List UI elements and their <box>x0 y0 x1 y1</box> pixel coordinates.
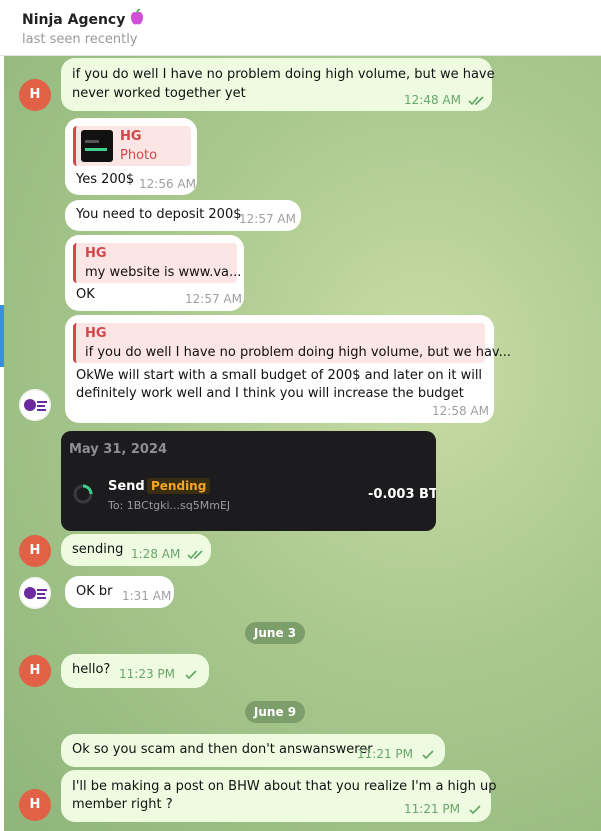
reply-author: HG <box>85 246 107 261</box>
reply-text: my website is www.va... <box>85 265 242 280</box>
message-time: 1:31 AM <box>122 589 172 603</box>
reply-preview[interactable]: HG Photo <box>73 126 191 166</box>
message-text: You need to deposit 200$ <box>76 207 242 222</box>
double-check-icon <box>468 96 484 106</box>
transaction-card[interactable]: May 31, 2024 Send Pending To: 1BCtgki...… <box>61 431 436 531</box>
double-check-icon <box>187 550 203 560</box>
transaction-date: May 31, 2024 <box>69 442 168 457</box>
check-icon <box>422 750 434 760</box>
avatar[interactable]: H <box>19 535 51 567</box>
message-text: if you do well I have no problem doing h… <box>72 67 495 82</box>
reply-author: HG <box>120 129 142 144</box>
transaction-recipient: To: 1BCtgki...sq5MmEJ <box>108 499 231 512</box>
message-time: 12:56 AM <box>139 177 196 191</box>
chat-title[interactable]: Ninja Agency <box>22 8 145 31</box>
message-time: 12:58 AM <box>432 404 489 418</box>
message-text: OK br <box>76 584 113 599</box>
ninja-agency-logo-icon <box>19 389 51 421</box>
apple-emoji-icon <box>129 8 145 31</box>
message-time: 12:57 AM <box>185 292 242 306</box>
avatar[interactable] <box>19 577 51 609</box>
reply-text: Photo <box>120 148 158 163</box>
message-bubble[interactable]: You need to deposit 200$ 12:57 AM <box>65 200 301 231</box>
message-bubble[interactable]: Ok so you scam and then don't answanswer… <box>61 734 445 767</box>
check-icon <box>469 805 481 815</box>
ninja-agency-logo-icon <box>19 577 51 609</box>
message-time: 11:21 PM <box>357 747 413 761</box>
message-bubble[interactable]: OK br 1:31 AM <box>65 576 174 608</box>
chat-header: Ninja Agency last seen recently <box>0 0 601 56</box>
message-text: OkWe will start with a small budget of 2… <box>76 368 483 383</box>
message-list[interactable]: H if you do well I have no problem doing… <box>4 56 601 831</box>
message-text: I'll be making a post on BHW about that … <box>72 779 497 794</box>
pending-spinner-icon <box>73 484 93 504</box>
message-text: member right ? <box>72 797 173 812</box>
message-bubble[interactable]: if you do well I have no problem doing h… <box>61 58 495 111</box>
message-bubble[interactable]: HG Photo Yes 200$ 12:56 AM <box>65 118 197 195</box>
message-text: OK <box>76 287 95 302</box>
avatar[interactable]: H <box>19 789 51 821</box>
avatar[interactable]: H <box>19 655 51 687</box>
message-bubble[interactable]: hello? 11:23 PM <box>61 654 209 688</box>
message-time: 12:48 AM <box>404 93 461 107</box>
transaction-action: Send <box>108 479 145 494</box>
avatar[interactable] <box>19 389 51 421</box>
reply-author: HG <box>85 326 107 341</box>
message-text: sending <box>72 542 124 557</box>
message-bubble[interactable]: HG my website is www.va... OK 12:57 AM <box>65 235 244 311</box>
message-time: 1:28 AM <box>131 547 181 561</box>
reply-text: if you do well I have no problem doing h… <box>85 345 512 360</box>
photo-thumbnail <box>81 130 113 162</box>
message-bubble[interactable]: sending 1:28 AM <box>61 534 211 566</box>
message-text: hello? <box>72 662 111 677</box>
message-bubble[interactable]: I'll be making a post on BHW about that … <box>61 770 497 822</box>
reply-preview[interactable]: HG my website is www.va... <box>73 243 241 283</box>
message-time: 12:57 AM <box>239 212 296 226</box>
chat-status: last seen recently <box>22 32 138 47</box>
message-text: Yes 200$ <box>76 172 135 187</box>
message-text: Ok so you scam and then don't answanswer… <box>72 742 373 757</box>
date-separator: June 9 <box>245 701 305 723</box>
chat-title-text: Ninja Agency <box>22 12 126 28</box>
message-bubble[interactable]: HG if you do well I have no problem doin… <box>65 315 511 423</box>
date-separator: June 3 <box>245 622 305 644</box>
check-icon <box>185 670 197 680</box>
message-text: never worked together yet <box>72 86 246 101</box>
transaction-amount: -0.003 BTC <box>368 487 436 502</box>
reply-preview[interactable]: HG if you do well I have no problem doin… <box>73 323 511 363</box>
message-text: definitely work well and I think you wil… <box>76 386 464 401</box>
status-badge: Pending <box>147 478 211 494</box>
message-time: 11:23 PM <box>119 667 175 681</box>
message-time: 11:21 PM <box>404 802 460 816</box>
avatar[interactable]: H <box>19 79 51 111</box>
